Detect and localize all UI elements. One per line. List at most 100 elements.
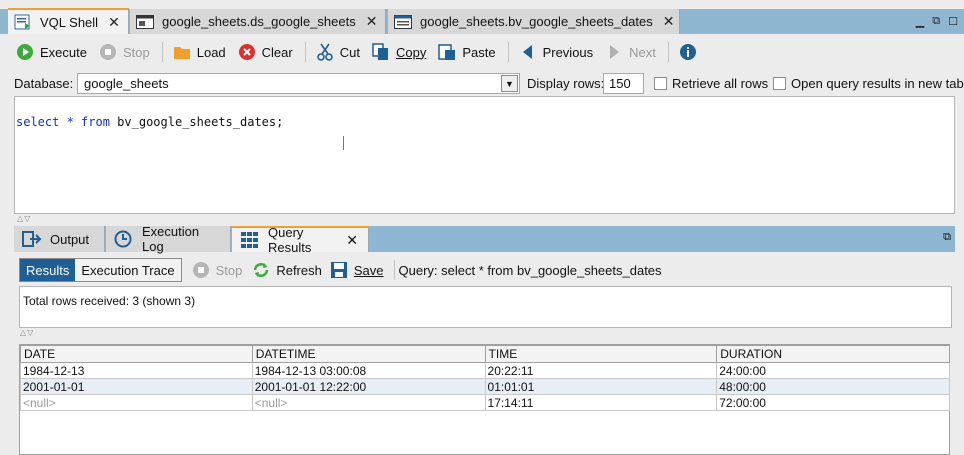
database-select[interactable]: google_sheets ▼ (77, 73, 520, 94)
load-label: Load (196, 44, 226, 60)
info-button[interactable] (679, 43, 703, 61)
tab-label: Output (50, 231, 90, 247)
arrow-right-icon (605, 43, 623, 61)
restore-icon[interactable]: ⧉ (932, 15, 940, 28)
table-cell[interactable]: 2001-01-01 12:22:00 (251, 378, 486, 395)
tab-label: Execution Log (142, 224, 200, 254)
table-cell[interactable]: 1984-12-13 03:00:08 (251, 362, 486, 379)
datasource-icon (136, 14, 154, 30)
load-button[interactable]: Load (173, 43, 226, 61)
output-icon (22, 230, 42, 248)
panel-tab-strip: Output Execution Log Query Results ✕ ⧉ (14, 224, 955, 255)
stop-button[interactable]: Stop (99, 43, 150, 61)
copy-button[interactable]: Copy (372, 43, 426, 61)
execute-button[interactable]: Execute (16, 43, 87, 61)
refresh-button[interactable]: Refresh (252, 261, 322, 279)
table-cell[interactable]: <null> (251, 394, 486, 411)
base-view-icon (394, 14, 412, 30)
table-cell[interactable]: <null> (20, 394, 253, 411)
previous-button[interactable]: Previous (519, 43, 594, 61)
toolbar-separator (304, 42, 306, 62)
paste-label: Paste (462, 44, 496, 60)
table-cell[interactable]: 20:22:11 (484, 362, 718, 379)
tab-output[interactable]: Output (14, 226, 105, 252)
editor-tab-strip: VQL Shell ✕ google_sheets.ds_google_shee… (0, 8, 964, 34)
splitter-arrows[interactable]: △▽ (17, 214, 31, 223)
maximize-icon[interactable]: ☐ (948, 15, 958, 28)
open-new-tab-checkbox[interactable] (773, 77, 786, 90)
execution-log-icon (114, 230, 134, 248)
cut-button[interactable]: Cut (316, 43, 360, 61)
vql-shell-icon (14, 14, 32, 30)
column-header[interactable]: DURATION (716, 345, 950, 363)
save-icon (330, 261, 348, 279)
arrow-left-icon (519, 43, 537, 61)
tab-vql-shell[interactable]: VQL Shell ✕ (8, 8, 129, 34)
stop-label: Stop (122, 44, 150, 60)
tab-query-results[interactable]: Query Results ✕ (232, 225, 369, 255)
previous-label: Previous (542, 44, 594, 60)
main-toolbar: Execute Stop Load Clear Cut Copy Paste P… (0, 36, 964, 68)
display-rows-input[interactable]: 150 (603, 73, 644, 94)
close-icon[interactable]: ✕ (346, 232, 358, 249)
maximize-panel-icon[interactable]: ⧉ (943, 231, 951, 244)
column-header[interactable]: DATETIME (251, 345, 486, 363)
results-view-toggle: Results Execution Trace (19, 258, 182, 282)
column-header[interactable]: TIME (484, 345, 718, 363)
next-label: Next (629, 44, 656, 60)
table-cell[interactable]: 17:14:11 (484, 394, 718, 411)
close-icon[interactable]: ✕ (108, 14, 120, 31)
stop-label: Stop (215, 262, 243, 278)
table-cell[interactable]: 48:00:00 (716, 378, 950, 395)
play-icon (16, 43, 34, 61)
tab-bv-google-sheets-dates[interactable]: google_sheets.bv_google_sheets_dates ✕ (388, 9, 680, 34)
query-results-icon (240, 231, 260, 249)
scissors-icon (316, 43, 334, 61)
results-stop-button[interactable]: Stop (192, 261, 243, 279)
table-cell[interactable]: 1984-12-13 (20, 362, 253, 379)
chevron-down-icon[interactable]: ▼ (501, 75, 518, 92)
copy-icon (372, 43, 390, 61)
table-row[interactable]: <null> <null> 17:14:11 72:00:00 (20, 394, 950, 411)
next-button[interactable]: Next (605, 43, 656, 61)
save-button[interactable]: Save (330, 261, 384, 279)
execution-trace-toggle-button[interactable]: Execution Trace (75, 259, 181, 281)
rows-received-box: Total rows received: 3 (shown 3) (19, 286, 952, 328)
minimize-icon[interactable]: ▁ (916, 15, 924, 28)
toolbar-separator (161, 42, 163, 62)
executed-query-text: Query: select * from bv_google_sheets_da… (398, 262, 662, 278)
column-header[interactable]: DATE (20, 345, 253, 363)
cut-label: Cut (339, 44, 360, 60)
copy-label: Copy (395, 44, 427, 60)
retrieve-all-checkbox[interactable] (654, 77, 667, 90)
query-rest: bv_google_sheets_dates; (109, 115, 284, 129)
splitter-arrows[interactable]: △▽ (20, 328, 34, 337)
tab-label: Query Results (268, 225, 312, 255)
query-editor[interactable]: select * from bv_google_sheets_dates; (14, 96, 955, 214)
table-cell[interactable]: 01:01:01 (484, 378, 718, 395)
keyword-from: from (81, 115, 110, 129)
refresh-label: Refresh (276, 262, 322, 278)
folder-icon (173, 43, 191, 61)
stop-icon (99, 43, 117, 61)
tab-execution-log[interactable]: Execution Log (106, 224, 231, 254)
rows-received-text: Total rows received: 3 (shown 3) (23, 294, 196, 308)
execute-label: Execute (40, 44, 87, 60)
close-icon[interactable]: ✕ (366, 13, 378, 30)
toolbar-separator (507, 42, 509, 62)
table-cell[interactable]: 24:00:00 (716, 362, 950, 379)
table-row[interactable]: 2001-01-01 2001-01-01 12:22:00 01:01:01 … (20, 378, 950, 395)
results-toggle-button[interactable]: Results (20, 259, 76, 281)
paste-button[interactable]: Paste (438, 43, 496, 61)
text-cursor (343, 136, 344, 150)
open-new-tab-label: Open query results in new tab (791, 76, 964, 91)
tab-ds-google-sheets[interactable]: google_sheets.ds_google_sheets ✕ (130, 9, 386, 34)
table-row[interactable]: 1984-12-13 1984-12-13 03:00:08 20:22:11 … (20, 362, 950, 379)
query-star: * (59, 115, 82, 129)
display-rows-label: Display rows: (527, 76, 605, 91)
query-line: select * from bv_google_sheets_dates; (16, 115, 283, 129)
table-cell[interactable]: 2001-01-01 (20, 378, 253, 395)
clear-button[interactable]: Clear (238, 43, 293, 61)
close-icon[interactable]: ✕ (663, 13, 675, 30)
table-cell[interactable]: 72:00:00 (716, 394, 950, 411)
